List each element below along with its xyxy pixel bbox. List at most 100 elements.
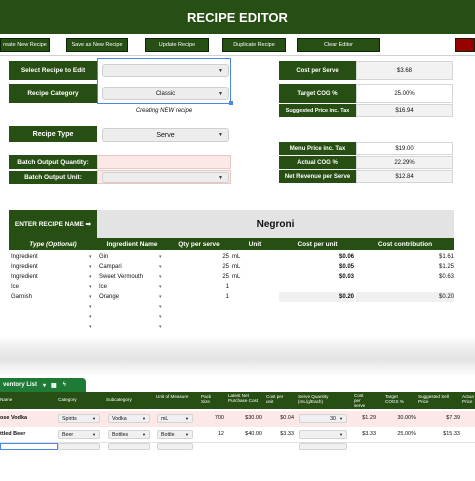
col-qty: Qty per serve xyxy=(167,238,231,250)
select-recipe-dropdown[interactable]: ▼ xyxy=(102,64,229,77)
qty-cell[interactable]: 1 xyxy=(169,292,229,302)
inv-serve-qty-dropdown[interactable]: ▼ xyxy=(299,430,347,439)
chevron-down-icon[interactable]: ▾ xyxy=(89,272,92,282)
inv-subcategory-dropdown[interactable] xyxy=(108,443,150,450)
suggested-price-label: Suggested Price inc. Tax xyxy=(279,104,356,117)
inv-target[interactable]: 30.00% xyxy=(384,415,416,421)
tab-inventory-list[interactable]: ventory List ▾ ▦ ϟ xyxy=(0,378,86,392)
inv-purchase[interactable]: $40.00 xyxy=(228,431,262,437)
inv-cpu: $3.33 xyxy=(280,431,294,437)
type-cell[interactable]: Garnish xyxy=(11,292,91,302)
create-new-recipe-button[interactable]: reate New Recipe xyxy=(0,38,50,52)
qty-cell[interactable]: 1 xyxy=(169,282,229,292)
inv-serve-qty-dropdown[interactable]: 30 ▼ xyxy=(299,414,347,423)
net-revenue-label: Net Revenue per Serve xyxy=(279,170,356,183)
inv-uom-dropdown[interactable]: mL ▼ xyxy=(157,414,193,423)
batch-unit-label: Batch Output Unit: xyxy=(9,171,97,184)
tab-label: ventory List xyxy=(3,382,38,388)
chevron-down-icon[interactable]: ▾ xyxy=(89,292,92,302)
inv-name[interactable]: ttled Beer xyxy=(0,431,25,437)
batch-quantity-input[interactable] xyxy=(97,155,231,169)
chevron-down-icon[interactable]: ▾ xyxy=(159,292,162,302)
inv-category-dropdown[interactable]: Beer ▼ xyxy=(58,430,100,439)
chevron-down-icon[interactable]: ▾ xyxy=(43,382,46,389)
chevron-down-icon[interactable]: ▾ xyxy=(89,322,92,332)
chevron-down-icon[interactable]: ▾ xyxy=(159,322,162,332)
chevron-down-icon[interactable]: ▾ xyxy=(89,282,92,292)
target-cog-value[interactable]: 25.00% xyxy=(356,84,453,103)
creating-note: Creating NEW recipe xyxy=(135,108,193,114)
inv-category-value: Beer xyxy=(62,431,74,438)
chevron-down-icon: ▼ xyxy=(92,416,96,421)
cost-per-serve-value: $3.68 xyxy=(356,61,453,80)
inv-subcategory-dropdown[interactable]: Vodka ▼ xyxy=(108,414,150,423)
menu-price-value[interactable]: $19.00 xyxy=(356,142,453,155)
qty-cell[interactable]: 25 xyxy=(169,272,229,282)
lightning-icon[interactable]: ϟ xyxy=(63,382,66,388)
contribution-cell: $0.63 xyxy=(438,274,454,280)
clear-editor-button[interactable]: Clear Editor xyxy=(297,38,380,52)
recipe-category-label: Recipe Category xyxy=(9,84,97,103)
target-cog-label: Target COG % xyxy=(279,84,356,103)
actual-cog-label: Actual COG % xyxy=(279,156,356,169)
chevron-down-icon[interactable]: ▾ xyxy=(89,302,92,312)
type-cell[interactable]: Ice xyxy=(11,282,91,292)
chevron-down-icon[interactable]: ▾ xyxy=(89,312,92,322)
recipe-name-input[interactable]: Negroni xyxy=(97,210,454,238)
chevron-down-icon[interactable]: ▾ xyxy=(159,262,162,272)
qty-cell[interactable]: 25 xyxy=(169,262,229,272)
unit-cell: mL xyxy=(232,254,241,260)
type-cell[interactable]: Ingredient xyxy=(11,262,91,272)
batch-unit-dropdown[interactable]: ▼ xyxy=(102,172,229,183)
duplicate-recipe-button[interactable]: Duplicate Recipe xyxy=(222,38,286,52)
inv-subcategory-value: Bottles xyxy=(112,431,129,438)
type-cell[interactable]: Ingredient xyxy=(11,252,91,262)
chevron-down-icon[interactable]: ▾ xyxy=(89,252,92,262)
chevron-down-icon[interactable]: ▾ xyxy=(159,282,162,292)
inv-pack[interactable]: 700 xyxy=(200,415,224,421)
enter-recipe-name-label: ENTER RECIPE NAME ➡ xyxy=(9,210,97,238)
net-revenue-value: $12.84 xyxy=(356,170,453,183)
inv-target[interactable]: 25.00% xyxy=(384,431,416,437)
type-cell[interactable]: Ingredient xyxy=(11,272,91,282)
inv-uom-dropdown[interactable] xyxy=(157,443,193,450)
unit-cell: mL xyxy=(232,264,241,270)
inv-col-purchase: Latest Net Purchase Cost xyxy=(228,393,259,403)
chevron-down-icon[interactable]: ▾ xyxy=(89,262,92,272)
extra-button[interactable] xyxy=(455,38,475,52)
active-cell[interactable] xyxy=(0,443,58,450)
recipe-type-dropdown[interactable]: Serve ▼ xyxy=(102,128,229,142)
inv-cps: $1.29 xyxy=(362,415,376,421)
contribution-cell: $1.61 xyxy=(438,254,454,260)
inv-uom-dropdown[interactable]: Bottle ▼ xyxy=(157,430,193,439)
inv-col-pack: Pack Size xyxy=(201,394,212,404)
inv-purchase[interactable]: $30.00 xyxy=(228,415,262,421)
fill-handle[interactable] xyxy=(229,101,233,105)
chevron-down-icon[interactable]: ▾ xyxy=(159,302,162,312)
inv-col-name: Name xyxy=(0,397,13,402)
chevron-down-icon[interactable]: ▾ xyxy=(159,312,162,322)
batch-quantity-label: Batch Output Quantity: xyxy=(9,155,97,169)
qty-cell[interactable]: 25 xyxy=(169,252,229,262)
inv-cps: $3.33 xyxy=(362,431,376,437)
chevron-down-icon[interactable]: ▾ xyxy=(159,252,162,262)
recipe-category-dropdown[interactable]: Classic ▼ xyxy=(102,87,229,100)
inv-category-dropdown[interactable] xyxy=(58,443,100,450)
table-row: Ice ▾ Ice ▾ 1 xyxy=(9,282,454,292)
cost-cell: $0.03 xyxy=(338,274,354,280)
chevron-down-icon: ▼ xyxy=(185,416,189,421)
inv-category-value: Spirits xyxy=(62,415,77,422)
inv-pack[interactable]: 12 xyxy=(200,431,224,437)
chevron-down-icon[interactable]: ▾ xyxy=(159,272,162,282)
unit-cell: mL xyxy=(232,274,241,280)
select-recipe-label: Select Recipe to Edit xyxy=(9,61,97,80)
inv-category-dropdown[interactable]: Spirits ▼ xyxy=(58,414,100,423)
update-recipe-button[interactable]: Update Recipe xyxy=(145,38,209,52)
inv-serve-qty-dropdown[interactable] xyxy=(299,443,347,450)
table-icon[interactable]: ▦ xyxy=(51,382,57,389)
inv-name[interactable]: ose Vodka xyxy=(0,415,27,421)
inventory-row-empty xyxy=(0,442,475,451)
save-as-new-recipe-button[interactable]: Save as New Recipe xyxy=(66,38,128,52)
inv-subcategory-dropdown[interactable]: Bottles ▼ xyxy=(108,430,150,439)
cost-cell: $0.06 xyxy=(338,254,354,260)
